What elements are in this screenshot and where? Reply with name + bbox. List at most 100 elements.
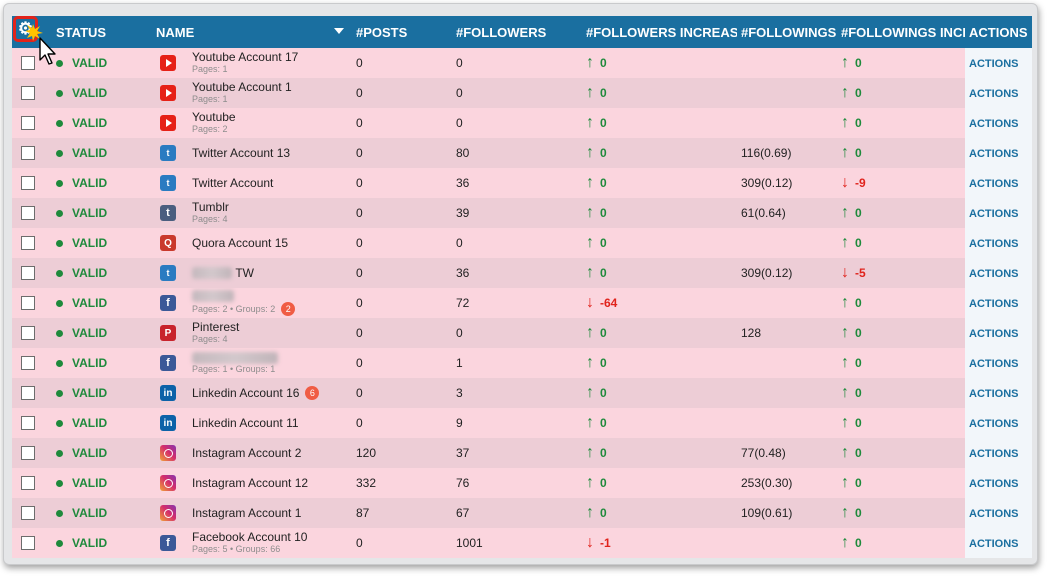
table-row: VALID t TW 0 36 ↑ 0 309(0.12) ↓ -5 ACTIO… — [12, 258, 1032, 288]
account-name[interactable]: Twitter Account 13 — [192, 146, 290, 160]
col-actions[interactable]: ACTIONS — [965, 16, 1032, 48]
actions-link[interactable]: ACTIONS — [969, 118, 1019, 130]
actions-link[interactable]: ACTIONS — [969, 268, 1019, 280]
arrow-up-icon: ↑ — [841, 204, 849, 221]
row-checkbox[interactable] — [21, 146, 35, 160]
account-name[interactable]: Tumblr — [192, 201, 229, 214]
row-checkbox[interactable] — [21, 386, 35, 400]
trend-number: 0 — [855, 116, 862, 130]
quora-icon: Q — [160, 235, 176, 251]
row-checkbox[interactable] — [21, 446, 35, 460]
account-name[interactable]: Instagram Account 12 — [192, 476, 308, 490]
row-select-cell — [12, 318, 52, 348]
col-followers-increase[interactable]: #FOLLOWERS INCREASE — [582, 16, 737, 48]
actions-link[interactable]: ACTIONS — [969, 238, 1019, 250]
actions-link[interactable]: ACTIONS — [969, 448, 1019, 460]
account-name[interactable]: Youtube — [192, 111, 236, 124]
col-status[interactable]: STATUS — [52, 16, 152, 48]
actions-link[interactable]: ACTIONS — [969, 478, 1019, 490]
account-meta: Pages: 2 • Groups: 2 2 — [192, 302, 296, 316]
row-checkbox[interactable] — [21, 296, 35, 310]
followers-increase-cell: ↑ 0 — [582, 378, 737, 408]
arrow-up-icon: ↑ — [586, 204, 594, 221]
account-name[interactable]: Twitter Account — [192, 176, 273, 190]
actions-link[interactable]: ACTIONS — [969, 88, 1019, 100]
actions-link[interactable]: ACTIONS — [969, 358, 1019, 370]
account-name[interactable]: Youtube Account 1 — [192, 81, 292, 94]
actions-link[interactable]: ACTIONS — [969, 298, 1019, 310]
row-select-cell — [12, 348, 52, 378]
row-checkbox[interactable] — [21, 236, 35, 250]
account-name[interactable]: Linkedin Account 16 6 — [192, 386, 320, 400]
col-followings[interactable]: #FOLLOWINGS — [737, 16, 837, 48]
followers-cell: 76 — [452, 468, 582, 498]
arrow-up-icon: ↑ — [586, 264, 594, 281]
arrow-up-icon: ↑ — [586, 354, 594, 371]
account-name[interactable]: Youtube Account 17 — [192, 51, 298, 64]
col-posts[interactable]: #POSTS — [352, 16, 452, 48]
status-dot-icon — [56, 359, 63, 367]
followings-cell — [737, 78, 837, 108]
actions-link[interactable]: ACTIONS — [969, 418, 1019, 430]
accounts-table: ⚙ STATUS NAME #POSTS #FOLLOWERS #FOLLOWE… — [12, 16, 1032, 558]
actions-link[interactable]: ACTIONS — [969, 508, 1019, 520]
arrow-up-icon: ↑ — [841, 534, 849, 551]
actions-link[interactable]: ACTIONS — [969, 58, 1019, 70]
row-checkbox[interactable] — [21, 326, 35, 340]
account-name[interactable] — [192, 290, 295, 302]
actions-link[interactable]: ACTIONS — [969, 178, 1019, 190]
status-badge: VALID — [56, 476, 152, 490]
row-checkbox[interactable] — [21, 116, 35, 130]
trend-number: 0 — [855, 506, 862, 520]
table-row: VALID t Twitter Account 0 36 ↑ 0 309(0.1… — [12, 168, 1032, 198]
row-checkbox[interactable] — [21, 86, 35, 100]
actions-link[interactable]: ACTIONS — [969, 388, 1019, 400]
trend-value: ↑ 0 — [841, 535, 965, 551]
row-checkbox[interactable] — [21, 416, 35, 430]
sort-caret-icon[interactable] — [334, 28, 344, 34]
account-name[interactable]: Linkedin Account 11 — [192, 416, 299, 430]
row-checkbox[interactable] — [21, 356, 35, 370]
account-name[interactable] — [192, 351, 278, 364]
posts-cell: 87 — [352, 498, 452, 528]
col-followings-increase[interactable]: #FOLLOWINGS INCREASE — [837, 16, 965, 48]
account-name[interactable]: Quora Account 15 — [192, 236, 288, 250]
name-cell: t Tumblr Pages: 4 — [152, 198, 352, 228]
followers-increase-cell: ↑ 0 — [582, 108, 737, 138]
followers-cell: 67 — [452, 498, 582, 528]
account-name[interactable]: Instagram Account 1 — [192, 506, 301, 520]
table-row: VALID Youtube Pages: 2 0 0 ↑ 0 ↑ 0 ACTION… — [12, 108, 1032, 138]
actions-link[interactable]: ACTIONS — [969, 538, 1019, 550]
row-checkbox[interactable] — [21, 266, 35, 280]
account-name[interactable]: TW — [192, 266, 254, 280]
status-cell: VALID — [52, 528, 152, 558]
actions-cell: ACTIONS — [965, 498, 1032, 528]
status-cell: VALID — [52, 168, 152, 198]
row-checkbox[interactable] — [21, 536, 35, 550]
followers-increase-cell: ↑ 0 — [582, 78, 737, 108]
trend-value: ↑ 0 — [586, 445, 737, 461]
table-panel: ⚙ STATUS NAME #POSTS #FOLLOWERS #FOLLOWE… — [3, 3, 1038, 565]
actions-link[interactable]: ACTIONS — [969, 208, 1019, 220]
row-checkbox[interactable] — [21, 506, 35, 520]
accounts-table-wrapper: ⚙ STATUS NAME #POSTS #FOLLOWERS #FOLLOWE… — [12, 16, 1032, 558]
col-followers[interactable]: #FOLLOWERS — [452, 16, 582, 48]
arrow-down-icon: ↓ — [586, 294, 594, 311]
arrow-up-icon: ↑ — [841, 474, 849, 491]
account-name[interactable]: Facebook Account 10 — [192, 531, 307, 544]
account-name-text: Facebook Account 10 — [192, 530, 308, 544]
followers-increase-cell: ↑ 0 — [582, 498, 737, 528]
actions-link[interactable]: ACTIONS — [969, 148, 1019, 160]
row-checkbox[interactable] — [21, 176, 35, 190]
followings-cell — [737, 288, 837, 318]
arrow-up-icon: ↑ — [841, 84, 849, 101]
col-name[interactable]: NAME — [152, 16, 352, 48]
account-name[interactable]: Instagram Account 2 — [192, 446, 301, 460]
trend-value: ↑ 0 — [841, 295, 965, 311]
row-checkbox[interactable] — [21, 476, 35, 490]
trend-value: ↑ 0 — [841, 145, 965, 161]
actions-link[interactable]: ACTIONS — [969, 328, 1019, 340]
account-name[interactable]: Pinterest — [192, 321, 239, 334]
row-checkbox[interactable] — [21, 206, 35, 220]
arrow-up-icon: ↑ — [586, 384, 594, 401]
